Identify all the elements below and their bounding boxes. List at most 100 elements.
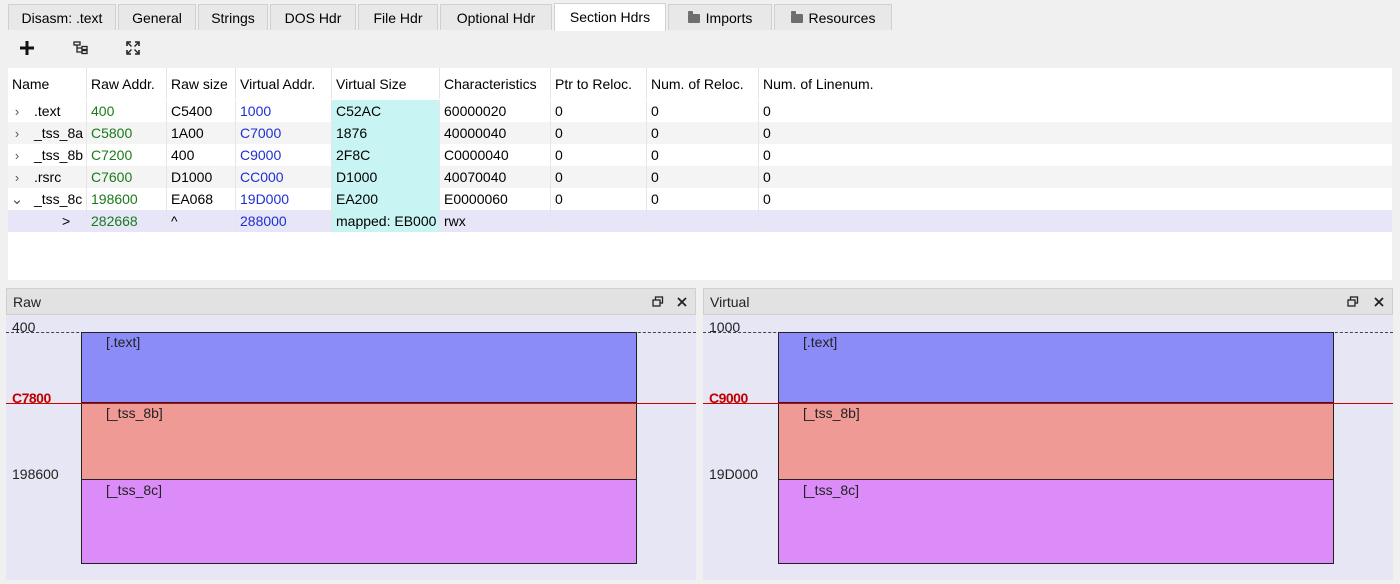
section-block-tss-8b[interactable]	[81, 403, 637, 480]
fit-view-icon	[126, 41, 140, 55]
raw-panel: Raw 400 [.text] [_tss_8b] [_tss_8c] C780…	[6, 288, 696, 580]
add-button[interactable]	[14, 35, 40, 61]
close-panel-button[interactable]	[1370, 293, 1388, 311]
section-headers-table: Name Raw Addr. Raw size Virtual Addr. Vi…	[8, 68, 1392, 280]
section-block-text[interactable]	[778, 332, 1334, 403]
tab-label: Strings	[211, 10, 255, 26]
table-row[interactable]: › _tss_8a C5800 1A00 C7000 1876 40000040…	[8, 122, 1392, 144]
num-reloc-cell: 0	[646, 166, 758, 188]
table-row[interactable]: › _tss_8b C7200 400 C9000 2F8C C0000040 …	[8, 144, 1392, 166]
num-linenum-cell: 0	[758, 188, 1392, 210]
empty-cell	[758, 210, 1392, 232]
tab-resources[interactable]: Resources	[774, 4, 892, 30]
table-header: Name Raw Addr. Raw size Virtual Addr. Vi…	[8, 68, 1392, 99]
virt-size-cell: EA200	[331, 188, 439, 210]
tab-dos-hdr[interactable]: DOS Hdr	[270, 4, 356, 30]
float-panel-button[interactable]	[649, 293, 667, 311]
block-label: [_tss_8b]	[106, 405, 163, 421]
toolbar	[0, 31, 1400, 67]
close-panel-button[interactable]	[673, 293, 691, 311]
column-header[interactable]: Virtual Size	[331, 68, 439, 99]
section-name: _tss_8b	[34, 147, 84, 163]
characteristics-cell: rwx	[439, 210, 550, 232]
raw-panel-header: Raw	[6, 288, 696, 315]
section-block-tss-8c[interactable]	[778, 479, 1334, 564]
table-row[interactable]: › .text 400 C5400 1000 C52AC 60000020 0 …	[8, 100, 1392, 122]
block-label: [.text]	[803, 334, 838, 350]
plus-icon	[20, 41, 34, 55]
raw-addr-cell: C5800	[86, 122, 166, 144]
block-label: [_tss_8c]	[106, 482, 163, 498]
tab-general[interactable]: General	[118, 4, 196, 30]
column-header[interactable]: Name	[8, 68, 86, 99]
collapse-arrow-icon[interactable]: ⌄	[10, 188, 24, 210]
section-block-tss-8c[interactable]	[81, 479, 637, 564]
column-header[interactable]: Characteristics	[439, 68, 550, 99]
tree-view-button[interactable]	[68, 35, 94, 61]
empty-cell	[646, 210, 758, 232]
section-block-text[interactable]	[81, 332, 637, 403]
table-subrow[interactable]: > 282668 ^ 288000 mapped: EB000 rwx	[8, 210, 1392, 232]
expand-arrow-icon[interactable]: ›	[10, 144, 24, 166]
raw-size-cell: 1A00	[166, 122, 235, 144]
num-linenum-cell: 0	[758, 100, 1392, 122]
num-linenum-cell: 0	[758, 122, 1392, 144]
close-icon	[677, 297, 687, 307]
tab-label: File Hdr	[373, 10, 423, 26]
num-linenum-cell: 0	[758, 144, 1392, 166]
num-reloc-cell: 0	[646, 144, 758, 166]
section-name: _tss_8a	[34, 125, 84, 141]
tab-label: Section Hdrs	[569, 9, 651, 25]
column-header[interactable]: Num. of Linenum.	[758, 68, 1392, 99]
column-header[interactable]: Raw size	[166, 68, 235, 99]
tab-section-hdrs[interactable]: Section Hdrs	[554, 3, 666, 31]
num-reloc-cell: 0	[646, 100, 758, 122]
tab-strings[interactable]: Strings	[198, 4, 268, 30]
tab-optional-hdr[interactable]: Optional Hdr	[440, 4, 552, 30]
marker-line	[6, 403, 696, 404]
virtual-panel-header: Virtual	[703, 288, 1393, 315]
tab-label: DOS Hdr	[284, 10, 342, 26]
column-header[interactable]: Raw Addr.	[86, 68, 166, 99]
raw-addr-cell: 282668	[86, 210, 166, 232]
characteristics-cell: C0000040	[439, 144, 550, 166]
expand-arrow-icon[interactable]: ›	[10, 166, 24, 188]
column-header[interactable]: Num. of Reloc.	[646, 68, 758, 99]
block-label: [_tss_8b]	[803, 405, 860, 421]
tab-file-hdr[interactable]: File Hdr	[358, 4, 438, 30]
folder-icon	[790, 11, 803, 23]
tab-disasm-text[interactable]: Disasm: .text	[8, 4, 116, 30]
ptr-reloc-cell: 0	[550, 144, 646, 166]
column-header[interactable]: Virtual Addr.	[235, 68, 331, 99]
raw-section-address: 198600	[12, 466, 59, 482]
column-header[interactable]: Ptr to Reloc.	[550, 68, 646, 99]
tab-imports[interactable]: Imports	[668, 4, 772, 30]
raw-addr-cell: C7200	[86, 144, 166, 166]
characteristics-cell: 40070040	[439, 166, 550, 188]
float-panel-button[interactable]	[1344, 293, 1362, 311]
tab-label: Optional Hdr	[456, 10, 536, 26]
tab-label: General	[132, 10, 182, 26]
virtual-section-address: 19D000	[709, 466, 759, 482]
virt-size-cell: D1000	[331, 166, 439, 188]
virt-addr-cell: CC000	[235, 166, 331, 188]
raw-start-address: 400	[12, 319, 36, 335]
raw-size-cell: ^	[166, 210, 235, 232]
marker-line	[703, 403, 1393, 404]
panel-title: Virtual	[710, 294, 750, 310]
table-row[interactable]: › .rsrc C7600 D1000 CC000 D1000 40070040…	[8, 166, 1392, 188]
expand-arrow-icon[interactable]: ›	[10, 122, 24, 144]
section-block-tss-8b[interactable]	[778, 403, 1334, 480]
characteristics-cell: 40000040	[439, 122, 550, 144]
expand-arrow-icon[interactable]: ›	[10, 100, 24, 122]
characteristics-cell: E0000060	[439, 188, 550, 210]
tab-label: Imports	[705, 10, 753, 26]
tree-view-icon	[73, 41, 88, 55]
virt-addr-cell: 288000	[235, 210, 331, 232]
fit-view-button[interactable]	[120, 35, 146, 61]
ptr-reloc-cell: 0	[550, 122, 646, 144]
table-row[interactable]: ⌄ _tss_8c 198600 EA068 19D000 EA200 E000…	[8, 188, 1392, 210]
virt-size-cell: C52AC	[331, 100, 439, 122]
virt-addr-cell: C9000	[235, 144, 331, 166]
panel-title: Raw	[13, 294, 42, 310]
